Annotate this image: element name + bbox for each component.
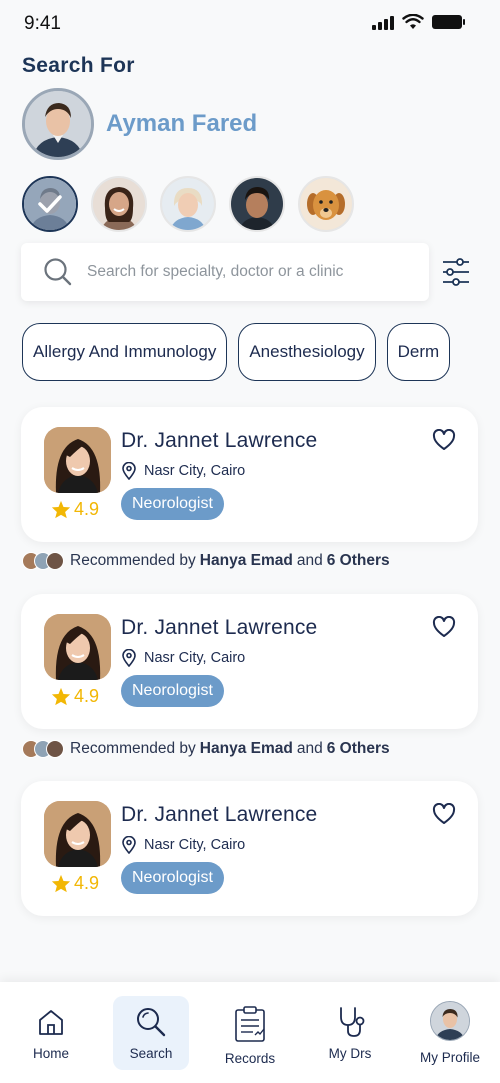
- family-member-avatar[interactable]: [229, 176, 285, 232]
- doctor-card[interactable]: 4.9 Dr. Jannet Lawrence Nasr City, Cairo…: [21, 594, 478, 729]
- specialty-chips: Allergy And Immunology Anesthesiology De…: [22, 323, 451, 381]
- specialty-badge: Neorologist: [121, 862, 224, 894]
- family-members: [22, 176, 354, 232]
- heart-icon: [432, 428, 456, 450]
- wifi-icon: [402, 14, 424, 29]
- star-icon: [51, 874, 71, 893]
- status-time: 9:41: [24, 13, 61, 34]
- nav-item-home[interactable]: Home: [13, 996, 89, 1070]
- nav-item-my-profile[interactable]: My Profile: [412, 996, 488, 1070]
- search-icon: [44, 258, 72, 286]
- doctor-location: Nasr City, Cairo: [122, 836, 245, 854]
- doctor-photo: [44, 427, 111, 493]
- family-member-avatar[interactable]: [91, 176, 147, 232]
- recommender-name: Hanya Emad: [199, 740, 293, 757]
- specialty-badge: Neorologist: [121, 488, 224, 520]
- cellular-signal-icon: [372, 14, 394, 30]
- heart-icon: [432, 615, 456, 637]
- recommender-avatars: [22, 552, 64, 570]
- nav-item-my-drs[interactable]: My Drs: [312, 996, 388, 1070]
- chip-allergy-immunology[interactable]: Allergy And Immunology: [22, 323, 228, 381]
- location-pin-icon: [122, 649, 136, 667]
- specialty-badge: Neorologist: [121, 675, 224, 707]
- main-user-avatar[interactable]: [22, 88, 94, 160]
- home-icon: [39, 1010, 63, 1035]
- nav-label: Home: [32, 1046, 69, 1061]
- recommender-others[interactable]: 6 Others: [327, 740, 390, 758]
- filter-sliders-icon: [443, 258, 469, 286]
- rating-value: 4.9: [74, 686, 100, 706]
- status-bar: 9:41: [0, 0, 500, 48]
- doctor-rating: 4.9: [51, 499, 99, 520]
- recommender-name: Hanya Emad: [199, 552, 293, 569]
- main-user-name: Ayman Fared: [106, 110, 258, 137]
- search-icon: [137, 1008, 166, 1037]
- nav-item-records[interactable]: Records: [212, 996, 288, 1070]
- doctor-card[interactable]: 4.9 Dr. Jannet Lawrence Nasr City, Cairo…: [21, 407, 478, 542]
- rating-value: 4.9: [74, 873, 100, 893]
- doctor-card[interactable]: 4.9 Dr. Jannet Lawrence Nasr City, Cairo…: [21, 781, 478, 916]
- favorite-button[interactable]: [432, 615, 456, 642]
- recommender-others[interactable]: 6 Others: [327, 552, 390, 570]
- chip-anesthesiology[interactable]: Anesthesiology: [238, 323, 376, 381]
- nav-label: My Profile: [419, 1050, 480, 1065]
- location-pin-icon: [122, 462, 136, 480]
- favorite-button[interactable]: [432, 428, 456, 455]
- nav-item-search[interactable]: Search: [113, 996, 189, 1070]
- doctor-photo: [44, 614, 111, 680]
- location-text: Nasr City, Cairo: [144, 463, 246, 479]
- main-user[interactable]: Ayman Fared: [22, 88, 257, 160]
- page-title: Search For: [22, 54, 135, 77]
- location-text: Nasr City, Cairo: [144, 650, 246, 666]
- family-member-avatar-selected[interactable]: [22, 176, 78, 232]
- nav-label: Search: [129, 1046, 173, 1061]
- battery-icon: [432, 15, 465, 29]
- avatar: [430, 1001, 470, 1041]
- search-placeholder: Search for specialty, doctor or a clinic: [87, 263, 344, 280]
- bottom-nav: Home Search Records My Drs My Profile: [0, 982, 500, 1083]
- recommendation-line: Recommended by Hanya Emad and 6 Others: [22, 740, 394, 758]
- doctor-name: Dr. Jannet Lawrence: [121, 429, 318, 452]
- star-icon: [51, 500, 71, 519]
- location-pin-icon: [122, 836, 136, 854]
- recommendation-line: Recommended by Hanya Emad and 6 Others: [22, 552, 394, 570]
- doctor-location: Nasr City, Cairo: [122, 649, 245, 667]
- chip-dermatology[interactable]: Derm: [386, 323, 451, 381]
- nav-label: Records: [224, 1051, 276, 1066]
- doctor-name: Dr. Jannet Lawrence: [121, 616, 318, 639]
- recommender-avatars: [22, 740, 64, 758]
- doctor-location: Nasr City, Cairo: [122, 462, 245, 480]
- status-icons: [372, 14, 465, 30]
- doctor-name: Dr. Jannet Lawrence: [121, 803, 318, 826]
- doctor-rating: 4.9: [51, 873, 99, 894]
- search-input[interactable]: Search for specialty, doctor or a clinic: [21, 243, 429, 301]
- family-member-avatar[interactable]: [160, 176, 216, 232]
- rating-value: 4.9: [74, 499, 100, 519]
- clipboard-icon: [235, 1006, 265, 1042]
- stethoscope-icon: [340, 1007, 365, 1037]
- location-text: Nasr City, Cairo: [144, 837, 246, 853]
- check-icon: [24, 178, 76, 230]
- filter-button[interactable]: [440, 256, 472, 288]
- heart-icon: [432, 802, 456, 824]
- nav-label: My Drs: [328, 1046, 372, 1061]
- star-icon: [51, 687, 71, 706]
- doctor-rating: 4.9: [51, 686, 99, 707]
- family-member-avatar-dog[interactable]: [298, 176, 354, 232]
- doctor-photo: [44, 801, 111, 867]
- favorite-button[interactable]: [432, 802, 456, 829]
